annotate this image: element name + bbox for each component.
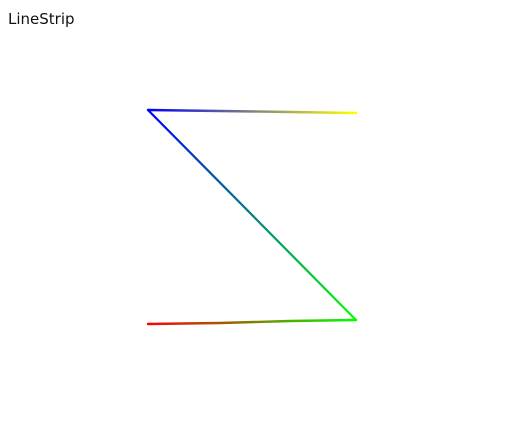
line-segment-top xyxy=(146,108,358,115)
line-segment-diagonal xyxy=(146,108,358,322)
line-segment-bottom xyxy=(146,318,358,326)
line-strip-canvas xyxy=(146,108,358,326)
line-strip-window: LineStrip xyxy=(0,0,510,435)
